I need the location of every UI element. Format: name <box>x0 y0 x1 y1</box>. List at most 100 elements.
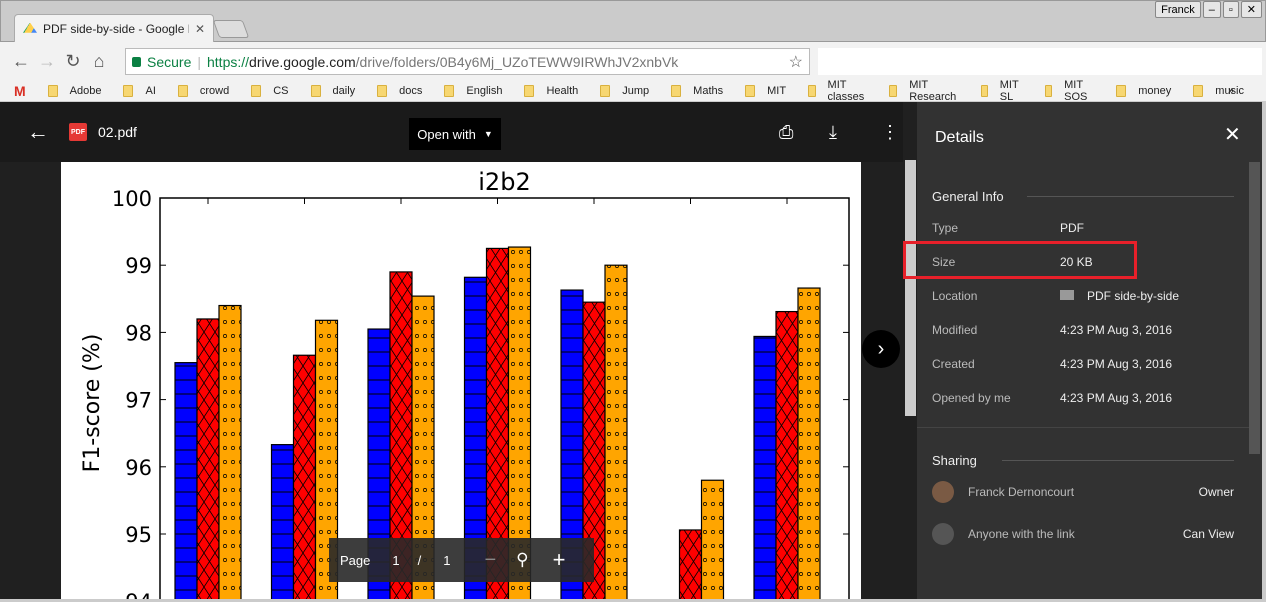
more-bookmarks-icon[interactable]: » <box>1228 85 1234 97</box>
secure-label: Secure <box>147 53 192 70</box>
detail-label: Type <box>932 221 959 235</box>
page-current-input[interactable]: 1 <box>392 553 399 568</box>
user-profile-button[interactable]: Franck <box>1155 1 1201 18</box>
bookmark-label: crowd <box>199 84 230 97</box>
bookmark-label: Health <box>546 84 579 97</box>
share-role: Owner <box>1198 485 1234 499</box>
bookmark-maths[interactable]: Maths <box>671 79 723 103</box>
minimize-button[interactable]: – <box>1202 1 1221 18</box>
page-total: 1 <box>443 552 451 568</box>
detail-value: 4:23 PM Aug 3, 2016 <box>1060 323 1173 337</box>
bookmark-mit[interactable]: MIT <box>745 79 786 103</box>
y-tick-label: 98 <box>125 321 152 345</box>
new-tab-button[interactable] <box>212 20 250 38</box>
bookmark-cs[interactable]: CS <box>251 79 289 103</box>
bookmark-mit-sl[interactable]: MIT SL <box>980 78 1023 103</box>
folder-icon <box>1116 84 1127 97</box>
file-name: 02.pdf <box>98 124 137 140</box>
folder-icon <box>1193 84 1204 97</box>
zoom-in-icon[interactable]: + <box>553 547 566 573</box>
chart-title: i2b2 <box>478 168 530 196</box>
general-info-heading: General Info <box>932 189 1004 204</box>
bookmark-crowd[interactable]: crowd <box>177 79 230 103</box>
detail-label: Created <box>932 357 975 371</box>
download-icon[interactable]: ⤓ <box>829 122 837 143</box>
detail-label: Opened by me <box>932 391 1011 405</box>
zoom-reset-icon[interactable]: ⚲ <box>516 550 528 570</box>
bookmark-english[interactable]: English <box>444 79 502 103</box>
more-options-icon[interactable]: ⋮ <box>881 122 899 143</box>
close-details-icon[interactable]: ✕ <box>1224 122 1241 147</box>
url-scheme: https:// <box>207 53 250 70</box>
address-bar[interactable]: Secure | https://drive.google.com/drive/… <box>125 48 810 75</box>
folder-icon <box>444 84 455 97</box>
y-axis-label: F1-score (%) <box>80 334 105 473</box>
close-window-button[interactable]: ✕ <box>1240 1 1262 18</box>
url-host: drive.google.com <box>249 53 356 70</box>
details-scrollbar[interactable] <box>1249 162 1260 454</box>
y-tick-label: 95 <box>125 523 152 547</box>
print-icon[interactable]: ⎙ <box>779 122 793 143</box>
pdf-page: i2b2 F1-score (%) 94 95 96 97 98 99 100 <box>61 162 861 602</box>
share-row: Anyone with the link Can View <box>932 523 1234 545</box>
bookmark-label: AI <box>145 84 156 97</box>
bookmark-label: MIT SL <box>999 78 1019 103</box>
folder-icon <box>808 84 816 97</box>
pdf-file-icon: PDF <box>69 123 87 141</box>
browser-tab[interactable]: PDF side-by-side - Google D ✕ <box>14 14 214 42</box>
bookmark-ai[interactable]: AI <box>123 79 156 103</box>
bookmark-mit-research[interactable]: MIT Research <box>889 79 958 103</box>
bookmark-label: MIT classes <box>827 78 865 103</box>
bar <box>775 310 799 602</box>
bookmark-mit-classes[interactable]: MIT classes <box>808 79 867 103</box>
bookmark-jump[interactable]: Jump <box>600 79 649 103</box>
maximize-button[interactable]: ▫ <box>1222 1 1239 18</box>
share-name: Franck Dernoncourt <box>968 485 1075 499</box>
y-tick-label: 97 <box>125 389 152 413</box>
next-file-button[interactable]: › <box>862 330 900 368</box>
bookmark-label: money <box>1138 84 1172 97</box>
back-arrow-icon[interactable]: ← <box>27 119 49 145</box>
details-panel: Details ✕ General Info Type PDF Size 20 KB L… <box>903 102 1262 599</box>
bar-chart: i2b2 F1-score (%) 94 95 96 97 98 99 100 <box>80 168 850 602</box>
folder-icon <box>1060 290 1074 300</box>
bookmark-docs[interactable]: docs <box>377 79 422 103</box>
bar <box>700 479 725 602</box>
open-with-button[interactable]: Open with ▼ <box>409 118 501 150</box>
avatar <box>932 481 954 503</box>
bookmark-money[interactable]: money <box>1116 79 1171 103</box>
detail-row: Modified 4:23 PM Aug 3, 2016 <box>932 323 1172 337</box>
bar <box>678 529 703 602</box>
back-icon[interactable]: ← <box>8 51 34 72</box>
bookmark-health[interactable]: Health <box>524 79 578 103</box>
bookmark-label: daily <box>332 84 356 97</box>
gmail-icon[interactable]: M <box>14 83 26 99</box>
extension-area <box>818 48 1262 75</box>
bookmark-star-icon[interactable]: ☆ <box>789 52 803 72</box>
bookmark-label: Jump <box>622 84 650 97</box>
bookmark-daily[interactable]: daily <box>310 79 356 103</box>
bar <box>797 287 821 602</box>
forward-icon[interactable]: → <box>34 51 60 72</box>
lock-icon <box>132 56 141 67</box>
reload-icon[interactable]: ↻ <box>60 51 86 72</box>
folder-icon <box>123 84 134 97</box>
folder-icon <box>251 84 262 97</box>
y-tick-label: 99 <box>125 254 152 278</box>
page-label: Page <box>340 552 371 568</box>
bookmark-adobe[interactable]: Adobe <box>47 79 101 103</box>
zoom-out-icon[interactable]: − <box>484 549 496 572</box>
folder-icon <box>600 84 611 97</box>
close-tab-icon[interactable]: ✕ <box>195 22 205 36</box>
bookmark-music[interactable]: music <box>1193 79 1244 103</box>
bar <box>753 335 777 602</box>
home-icon[interactable]: ⌂ <box>86 51 112 72</box>
details-title: Details <box>935 129 984 146</box>
y-tick-label: 96 <box>125 456 152 480</box>
viewer-scrollbar[interactable] <box>905 160 916 416</box>
bookmark-mit-sos[interactable]: MIT SOS <box>1044 79 1094 103</box>
google-drive-icon <box>23 22 37 33</box>
bar <box>604 264 628 602</box>
folder-icon <box>671 84 682 97</box>
page-separator: / <box>417 552 422 568</box>
